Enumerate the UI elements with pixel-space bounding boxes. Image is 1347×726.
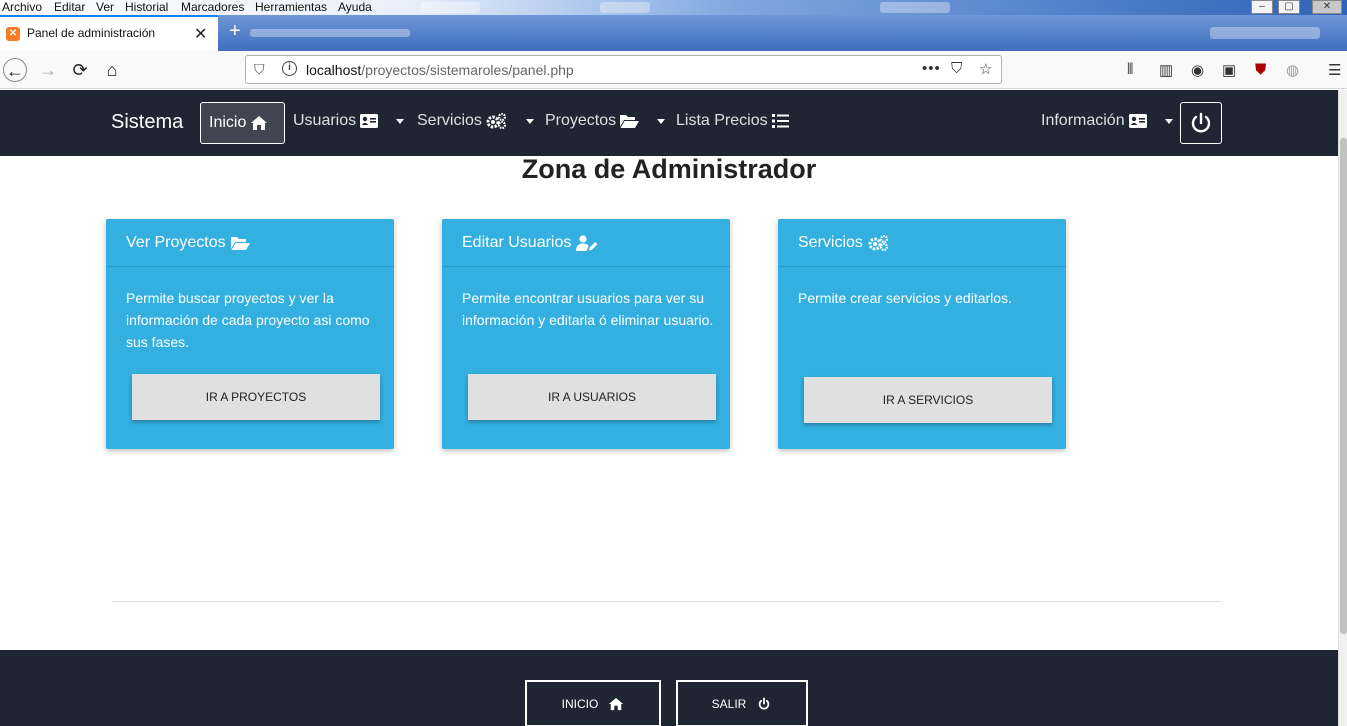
cogs-icon — [486, 113, 507, 129]
card-description: Permite buscar proyectos y ver la inform… — [126, 290, 370, 350]
nav-informacion-label: Información — [1041, 112, 1125, 129]
maximize-window-button[interactable]: ▢ — [1278, 0, 1300, 14]
xampp-favicon-icon: ✕ — [6, 27, 20, 41]
nav-informacion[interactable]: Información — [1041, 112, 1173, 130]
active-tab[interactable]: ✕ Panel de administración ✕ — [0, 15, 218, 51]
nav-servicios[interactable]: Servicios — [417, 112, 534, 130]
new-tab-icon[interactable]: + — [229, 20, 241, 43]
footer-salir-button[interactable]: SALIR — [676, 680, 808, 726]
user-edit-icon — [576, 234, 598, 251]
page-scrollbar[interactable] — [1338, 90, 1347, 726]
footer-inicio-button[interactable]: INICIO — [525, 680, 661, 726]
ublock-icon[interactable]: ⛊ — [1255, 61, 1266, 78]
nav-inicio-label: Inicio — [209, 114, 247, 131]
dropdown-caret-icon — [1164, 118, 1173, 124]
footer-inicio-label: INICIO — [561, 696, 599, 711]
account-icon[interactable]: ◉ — [1191, 61, 1204, 79]
dropdown-caret-icon — [657, 118, 666, 124]
blurred-tab — [250, 29, 410, 37]
menu-historial[interactable]: Historial — [125, 0, 168, 14]
nav-usuarios-label: Usuarios — [293, 112, 357, 129]
pocket-icon[interactable]: ⛉ — [951, 60, 962, 77]
card-title: Ver Proyectos — [126, 233, 226, 251]
list-icon — [771, 114, 789, 128]
card-description: Permite crear servicios y editarlos. — [798, 290, 1012, 306]
card-description: Permite encontrar usuarios para ver su i… — [462, 290, 714, 328]
nav-inicio[interactable]: Inicio — [200, 102, 285, 144]
go-to-proyectos-button[interactable]: IR A PROYECTOS — [132, 374, 380, 420]
sidebar-icon[interactable]: ▥ — [1159, 61, 1173, 79]
nav-servicios-label: Servicios — [417, 112, 482, 129]
browser-toolbar: ← → ⟳ ⌂ ⛉ i localhost/proyectos/sistemar… — [0, 51, 1347, 89]
reload-button[interactable]: ⟳ — [68, 58, 92, 82]
nav-proyectos[interactable]: Proyectos — [545, 112, 666, 130]
home-icon — [609, 697, 624, 710]
menu-herramientas[interactable]: Herramientas — [255, 0, 327, 14]
hamburger-menu-icon[interactable]: ☰ — [1328, 61, 1341, 79]
browser-menu-bar: Archivo Editar Ver Historial Marcadores … — [0, 0, 1347, 15]
dropdown-caret-icon — [525, 118, 534, 124]
url-text[interactable]: localhost/proyectos/sistemaroles/panel.p… — [306, 62, 574, 78]
dropdown-caret-icon — [396, 118, 405, 124]
card-header: Servicios — [778, 219, 1066, 267]
nav-proyectos-label: Proyectos — [545, 112, 617, 129]
scrollbar-thumb[interactable] — [1340, 138, 1347, 634]
card-proyectos: Ver Proyectos Permite buscar proyectos y… — [106, 219, 394, 449]
tab-title: Panel de administración — [27, 26, 156, 40]
divider — [112, 601, 1222, 602]
id-card-icon — [1128, 114, 1147, 128]
site-info-icon[interactable]: i — [282, 61, 297, 76]
bookmark-star-icon[interactable]: ☆ — [979, 60, 992, 78]
card-usuarios: Editar Usuarios Permite encontrar usuari… — [442, 219, 730, 449]
home-icon — [251, 116, 268, 130]
folder-open-icon — [230, 236, 250, 250]
page-viewport: Sistema Inicio Usuarios Servicios Proyec… — [0, 90, 1338, 726]
card-title: Editar Usuarios — [462, 233, 572, 251]
close-window-button[interactable]: ✕ — [1312, 0, 1342, 14]
back-button[interactable]: ← — [3, 58, 27, 82]
card-title: Servicios — [798, 233, 863, 251]
nav-usuarios[interactable]: Usuarios — [293, 112, 405, 130]
power-icon — [1191, 112, 1211, 133]
footer-salir-label: SALIR — [711, 696, 747, 711]
blurred-background — [420, 2, 480, 13]
footer: INICIO SALIR — [0, 650, 1338, 726]
tracking-shield-icon[interactable]: ⛉ — [254, 61, 265, 78]
blurred-background — [880, 2, 950, 13]
menu-marcadores[interactable]: Marcadores — [181, 0, 244, 14]
home-button[interactable]: ⌂ — [100, 58, 124, 82]
forward-button[interactable]: → — [36, 58, 60, 82]
menu-archivo[interactable]: Archivo — [2, 0, 42, 14]
menu-ver[interactable]: Ver — [96, 0, 114, 14]
menu-ayuda[interactable]: Ayuda — [338, 0, 372, 14]
menu-editar[interactable]: Editar — [54, 0, 85, 14]
minimize-window-button[interactable]: – — [1251, 0, 1273, 14]
go-to-servicios-button[interactable]: IR A SERVICIOS — [804, 377, 1052, 423]
brand[interactable]: Sistema — [111, 111, 183, 134]
go-to-usuarios-button[interactable]: IR A USUARIOS — [468, 374, 716, 420]
screenshot-icon[interactable]: ▣ — [1222, 61, 1236, 79]
page-title: Zona de Administrador — [521, 154, 817, 184]
nav-lista-precios[interactable]: Lista Precios — [676, 112, 789, 130]
card-servicios: Servicios Permite crear servicios y edit… — [778, 219, 1066, 449]
url-bar[interactable]: ⛉ i localhost/proyectos/sistemaroles/pan… — [245, 55, 1002, 84]
card-header: Ver Proyectos — [106, 219, 394, 267]
cogs-icon — [868, 234, 889, 251]
app-navbar: Sistema Inicio Usuarios Servicios Proyec… — [0, 90, 1338, 156]
logout-button[interactable] — [1180, 102, 1222, 144]
blurred-background — [600, 2, 650, 13]
folder-open-icon — [620, 115, 640, 128]
id-card-icon — [360, 114, 379, 128]
nav-lista-precios-label: Lista Precios — [676, 112, 768, 129]
blurred-tab — [1210, 27, 1320, 39]
globe-icon[interactable]: ◍ — [1286, 61, 1299, 79]
card-header: Editar Usuarios — [442, 219, 730, 267]
library-icon[interactable]: ⫴ — [1127, 61, 1133, 78]
close-tab-icon[interactable]: ✕ — [194, 24, 207, 44]
page-actions-icon[interactable]: ••• — [922, 60, 941, 77]
power-icon — [759, 697, 770, 709]
